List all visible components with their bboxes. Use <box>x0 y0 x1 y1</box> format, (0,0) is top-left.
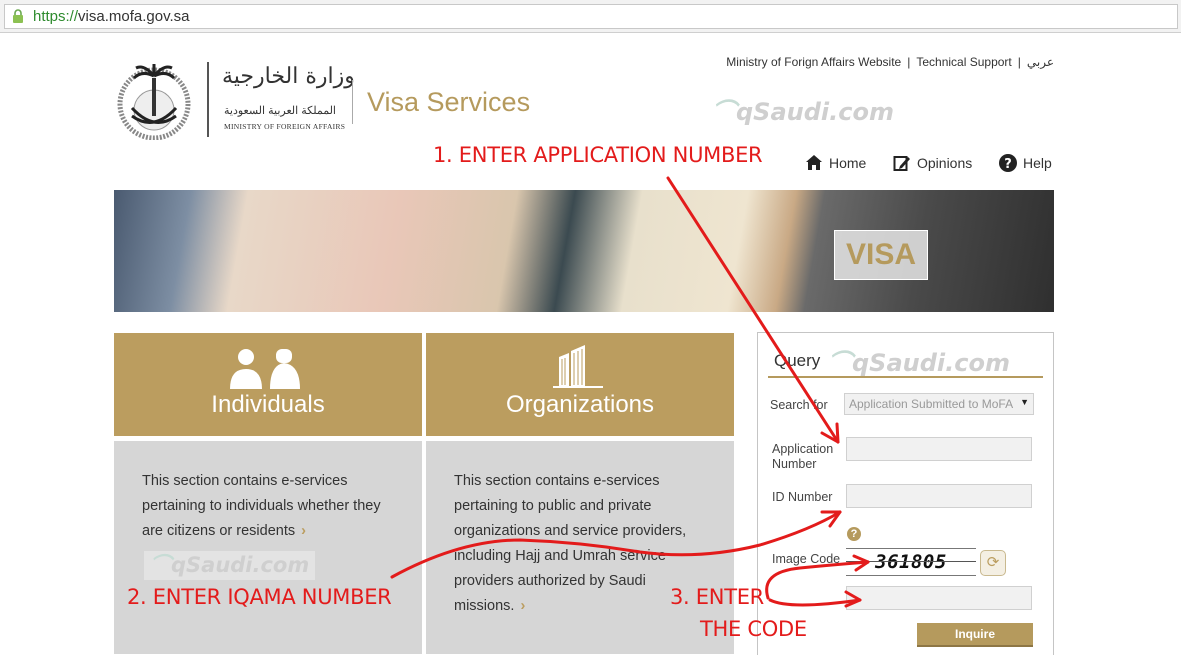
nav-help-label: Help <box>1023 155 1052 171</box>
chevron-down-icon: ▼ <box>1020 397 1029 407</box>
query-title: Query <box>774 351 821 370</box>
url-text: https://visa.mofa.gov.sa <box>33 8 190 25</box>
separator: | <box>1017 55 1021 69</box>
watermark-logo-icon: ⌒ <box>712 98 736 126</box>
refresh-captcha-icon[interactable]: ⟳ <box>980 550 1006 576</box>
organizations-tile-label: Organizations <box>505 391 655 418</box>
search-for-label: Search for <box>770 398 828 412</box>
help-icon: ? <box>999 154 1017 172</box>
annotation-step1: 1. ENTER APPLICATION NUMBER <box>433 143 763 167</box>
hero-banner: VISA <box>114 190 1054 312</box>
header-links: Ministry of Forign Affairs Website | Techn… <box>726 55 1054 69</box>
browser-address-bar: https://visa.mofa.gov.sa <box>0 0 1181 33</box>
annotation-step2: 2. ENTER IQAMA NUMBER <box>127 585 392 609</box>
watermark-logo-icon: ⌒ <box>150 553 171 577</box>
mofa-website-link[interactable]: Ministry of Forign Affairs Website <box>726 55 901 69</box>
nav-opinions-label: Opinions <box>917 155 973 171</box>
captcha-image: 361805 <box>846 548 976 576</box>
query-form: Query ⌒qSaudi.com Search for Application… <box>757 332 1054 655</box>
technical-support-link[interactable]: Technical Support <box>916 55 1011 69</box>
saudi-emblem-icon[interactable] <box>114 60 194 140</box>
people-icon <box>230 349 300 389</box>
image-code-label: Image Code <box>772 552 841 566</box>
individuals-panel: This section contains e-services pertain… <box>114 441 422 654</box>
organizations-description: This section contains e-services pertain… <box>454 473 687 614</box>
lock-icon <box>13 9 23 23</box>
individuals-description: This section contains e-services pertain… <box>142 473 381 539</box>
logo-arabic-subtitle: المملكة العربية السعودية <box>224 105 336 117</box>
nav-home[interactable]: Home <box>805 154 866 171</box>
url-field[interactable]: https://visa.mofa.gov.sa <box>4 4 1178 29</box>
logo-divider <box>207 62 209 137</box>
inquire-button[interactable]: Inquire <box>917 623 1033 647</box>
arabic-language-link[interactable]: عربي <box>1027 55 1054 69</box>
query-title-underline <box>768 376 1043 378</box>
chevron-right-icon[interactable]: › <box>520 598 525 614</box>
annotation-step3-line2: THE CODE <box>700 617 807 641</box>
image-code-input[interactable] <box>846 586 1032 610</box>
search-for-value: Application Submitted to MoFA <box>849 397 1014 411</box>
annotation-step3-line1: 3. ENTER <box>670 585 764 609</box>
building-icon <box>553 345 603 388</box>
svg-text:?: ? <box>1004 157 1012 172</box>
nav-help[interactable]: ? Help <box>999 154 1052 172</box>
individuals-tile-label: Individuals <box>211 391 325 418</box>
separator: | <box>907 55 911 69</box>
watermark: ⌒qSaudi.com <box>144 551 316 580</box>
id-number-label: ID Number <box>772 490 833 504</box>
watermark: ⌒qSaudi.com <box>828 349 1010 377</box>
nav-opinions[interactable]: Opinions <box>893 154 972 172</box>
id-number-input[interactable] <box>846 484 1032 508</box>
watermark-logo-icon: ⌒ <box>828 349 852 377</box>
chevron-right-icon[interactable]: › <box>301 523 306 539</box>
home-icon <box>806 155 822 170</box>
banner-visa-text: VISA <box>834 230 928 280</box>
search-for-select[interactable]: Application Submitted to MoFA ▼ <box>844 393 1034 415</box>
nav-home-label: Home <box>829 154 867 171</box>
site-title: Visa Services <box>367 87 531 117</box>
individuals-tile[interactable]: Individuals <box>114 333 422 436</box>
title-divider <box>352 80 353 124</box>
logo-arabic-title: وزارة الخارجية <box>222 64 355 89</box>
organizations-tile[interactable]: Organizations <box>426 333 734 436</box>
watermark: ⌒qSaudi.com <box>712 98 894 126</box>
captcha-help-icon[interactable]: ? <box>847 527 861 541</box>
application-number-label: Application Number <box>772 442 834 471</box>
logo-english-subtitle: MINISTRY OF FOREIGN AFFAIRS <box>224 122 346 131</box>
application-number-input[interactable] <box>846 437 1032 461</box>
edit-icon <box>893 156 910 171</box>
organizations-panel: This section contains e-services pertain… <box>426 441 734 654</box>
